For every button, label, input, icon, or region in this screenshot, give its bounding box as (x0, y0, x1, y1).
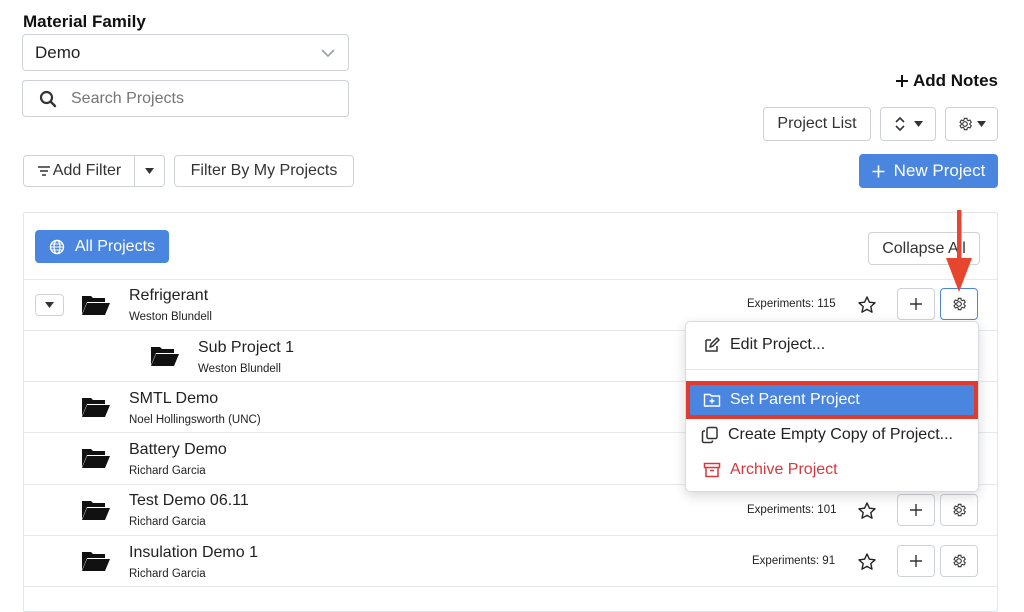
folder-open-icon (81, 446, 111, 470)
caret-down-icon (145, 168, 154, 174)
caret-down-icon (45, 302, 54, 308)
plus-icon (909, 503, 923, 517)
filter-my-projects-button[interactable]: Filter By My Projects (174, 155, 354, 187)
project-settings-button[interactable] (940, 545, 978, 577)
search-icon (39, 90, 57, 108)
project-title[interactable]: Battery Demo (129, 441, 227, 459)
project-title[interactable]: SMTL Demo (129, 390, 218, 408)
menu-item-label: Set Parent Project (730, 391, 860, 408)
project-list-button[interactable]: Project List (763, 107, 871, 141)
project-owner: Richard Garcia (129, 568, 206, 580)
caret-down-icon (913, 121, 923, 127)
search-box[interactable] (22, 80, 349, 117)
menu-item-label: Edit Project... (730, 336, 826, 353)
material-family-value: Demo (35, 42, 81, 62)
menu-item-label: Archive Project (730, 461, 838, 478)
star-icon[interactable] (857, 501, 877, 521)
add-subproject-button[interactable] (897, 288, 935, 320)
search-input[interactable] (69, 88, 319, 109)
add-notes-label: Add Notes (913, 71, 998, 90)
material-family-label: Material Family (23, 12, 146, 31)
gear-icon (957, 116, 973, 132)
caret-down-icon (977, 121, 986, 127)
add-subproject-button[interactable] (897, 494, 935, 526)
project-settings-button[interactable] (940, 494, 978, 526)
project-list-label: Project List (777, 115, 857, 132)
project-title[interactable]: Insulation Demo 1 (129, 544, 258, 562)
project-owner: Weston Blundell (198, 363, 281, 375)
folder-open-icon (81, 549, 111, 573)
gear-icon (951, 553, 967, 569)
archive-project-menu-item[interactable]: Archive Project (686, 453, 978, 487)
plus-icon (895, 74, 909, 88)
experiments-count: Experiments: 115 (747, 298, 836, 310)
globe-icon (49, 239, 65, 255)
chevron-down-icon (320, 48, 336, 58)
all-projects-label: All Projects (74, 237, 156, 255)
table-bottom-divider (23, 586, 998, 587)
star-icon[interactable] (857, 552, 877, 572)
settings-dropdown-button[interactable] (945, 107, 998, 141)
filter-icon (37, 165, 51, 177)
new-project-button[interactable]: New Project (859, 154, 998, 188)
expand-toggle[interactable] (35, 294, 64, 316)
project-title[interactable]: Refrigerant (129, 287, 208, 305)
project-owner: Richard Garcia (129, 516, 206, 528)
add-filter-button[interactable]: Add Filter (23, 155, 135, 187)
folder-open-icon (81, 498, 111, 522)
project-owner: Richard Garcia (129, 465, 206, 477)
set-parent-project-menu-item[interactable]: Set Parent Project (686, 381, 978, 419)
edit-project-menu-item[interactable]: Edit Project... (686, 328, 978, 362)
experiments-count: Experiments: 91 (752, 555, 836, 567)
edit-icon (703, 336, 721, 354)
experiments-count: Experiments: 101 (747, 504, 837, 516)
add-notes-link[interactable]: Add Notes (895, 71, 998, 91)
annotation-arrow-icon (946, 210, 972, 297)
add-subproject-button[interactable] (897, 545, 935, 577)
gear-icon (951, 296, 967, 312)
project-title[interactable]: Test Demo 06.11 (129, 492, 249, 510)
add-filter-label: Add Filter (52, 162, 122, 179)
project-owner: Noel Hollingsworth (UNC) (129, 414, 261, 426)
plus-icon (872, 165, 885, 178)
new-project-label: New Project (893, 161, 986, 180)
filter-my-projects-label: Filter By My Projects (190, 162, 338, 179)
add-filter-dropdown-toggle[interactable] (134, 155, 165, 187)
project-title[interactable]: Sub Project 1 (198, 339, 294, 357)
star-icon[interactable] (857, 295, 877, 315)
archive-icon (703, 461, 721, 479)
create-empty-copy-menu-item[interactable]: Create Empty Copy of Project... (686, 418, 978, 452)
sort-dropdown-button[interactable] (880, 107, 936, 141)
copy-icon (701, 426, 719, 444)
folder-plus-icon (703, 391, 721, 409)
project-context-menu: Edit Project... Set Parent Project Creat… (685, 321, 979, 492)
folder-open-icon (150, 344, 180, 368)
project-owner: Weston Blundell (129, 311, 212, 323)
menu-divider (686, 369, 978, 370)
plus-icon (909, 554, 923, 568)
material-family-select[interactable]: Demo (22, 34, 349, 71)
gear-icon (951, 502, 967, 518)
sort-icon (894, 116, 906, 132)
all-projects-button[interactable]: All Projects (35, 230, 169, 263)
menu-item-label: Create Empty Copy of Project... (728, 426, 953, 443)
table-row[interactable]: Insulation Demo 1 Richard Garcia Experim… (23, 535, 998, 586)
plus-icon (909, 297, 923, 311)
folder-open-icon (81, 293, 111, 317)
folder-open-icon (81, 395, 111, 419)
